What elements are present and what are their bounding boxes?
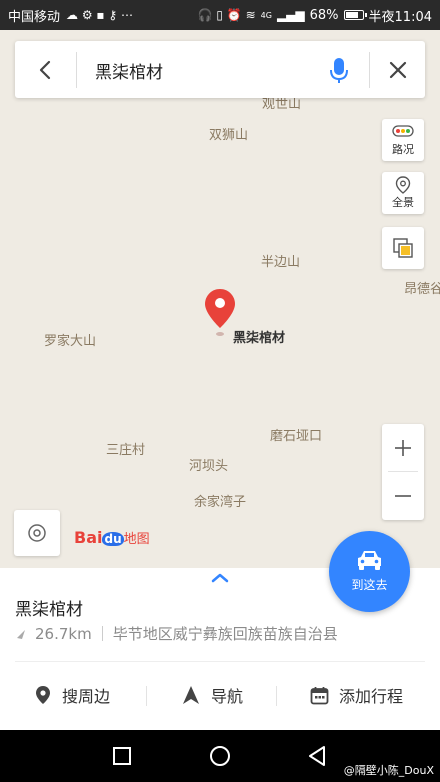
place-name: 黑柒棺材: [15, 600, 83, 620]
place-details: 26.7km 毕节地区威宁彝族回族苗族自治县: [15, 623, 338, 644]
status-bar: 中国移动 ☁ ⚙ ▪ ⚷ ⋯ 🎧 ▯ ⏰ ≋ 4G ▂▄▆ 68% 半夜11:0…: [0, 0, 440, 30]
back-arrow-icon[interactable]: [27, 53, 63, 87]
search-nearby-label: 搜周边: [62, 687, 111, 706]
carrier-name: 中国移动: [8, 9, 61, 25]
map-place-label: 磨石垭口: [270, 429, 323, 444]
battery-percent: 68%: [309, 7, 339, 23]
layers-button[interactable]: [382, 227, 424, 269]
place-address: 毕节地区威宁彝族回族苗族自治县: [112, 625, 338, 643]
navigate-button[interactable]: 导航: [181, 670, 243, 720]
notification-icons: ☁ ⚙ ▪ ⚷ ⋯: [66, 8, 133, 22]
car-icon: [358, 551, 381, 570]
panorama-button[interactable]: 全景: [382, 172, 424, 214]
my-location-button[interactable]: [14, 510, 60, 556]
map-place-label: 半边山: [261, 255, 301, 270]
divider: [15, 661, 425, 662]
map-place-label: 余家湾子: [194, 495, 247, 510]
signal-icon: ▂▄▆: [276, 8, 305, 22]
chevron-up-icon[interactable]: [210, 572, 230, 584]
baidu-map-logo: Bai du 地图: [74, 528, 150, 547]
divider: [101, 626, 103, 641]
recent-apps-icon[interactable]: [110, 744, 134, 768]
go-here-button[interactable]: 到这去: [329, 531, 410, 612]
search-bar: 黑柒棺材: [15, 41, 425, 98]
location-icon: [36, 686, 50, 704]
battery-icon: [343, 10, 367, 20]
clock: 半夜11:04: [368, 9, 432, 25]
microphone-icon[interactable]: [325, 53, 353, 87]
layers-icon: [393, 238, 413, 258]
panorama-label: 全景: [392, 196, 414, 209]
search-nearby-button[interactable]: 搜周边: [34, 670, 110, 720]
add-trip-button[interactable]: 添加行程: [310, 670, 403, 720]
network-type: 4G: [260, 10, 272, 20]
map-place-label: 罗家大山: [44, 334, 97, 349]
logo-paw-icon: du: [102, 532, 124, 546]
zoom-out-button[interactable]: [382, 472, 424, 520]
traffic-light-icon: [392, 125, 414, 137]
calendar-icon: [310, 686, 329, 704]
map-place-label: 三庄村: [106, 443, 146, 458]
traffic-label: 路况: [392, 143, 414, 156]
location-pin-icon[interactable]: [204, 288, 236, 340]
crosshair-icon: [28, 524, 46, 542]
navigation-arrow-icon: [183, 686, 199, 704]
panorama-pin-icon: [395, 176, 411, 194]
search-query[interactable]: 黑柒棺材: [95, 58, 163, 83]
divider: [276, 686, 277, 706]
zoom-control: [382, 424, 424, 520]
navigate-label: 导航: [211, 687, 244, 706]
go-here-label: 到这去: [351, 578, 388, 592]
watermark: @隔壁小陈_DouX: [343, 764, 434, 777]
direction-arrow-icon: [17, 629, 25, 639]
logo-text-bai: Bai: [74, 528, 103, 547]
back-icon[interactable]: [306, 744, 330, 768]
close-icon[interactable]: [383, 53, 413, 87]
traffic-button[interactable]: 路况: [382, 119, 424, 161]
status-icons: 🎧 ▯ ⏰ ≋: [197, 8, 256, 22]
logo-text-map: 地图: [123, 532, 150, 547]
add-trip-label: 添加行程: [339, 687, 404, 706]
map-place-label: 河坝头: [189, 459, 229, 474]
zoom-in-button[interactable]: [382, 424, 424, 472]
place-distance: 26.7km: [35, 624, 92, 643]
marker-label: 黑柒棺材: [233, 331, 286, 346]
map-place-label: 昂德谷: [404, 282, 440, 297]
map-place-label: 双狮山: [209, 128, 249, 143]
divider: [369, 52, 370, 88]
divider: [76, 52, 77, 88]
home-icon[interactable]: [208, 744, 232, 768]
divider: [146, 686, 147, 706]
